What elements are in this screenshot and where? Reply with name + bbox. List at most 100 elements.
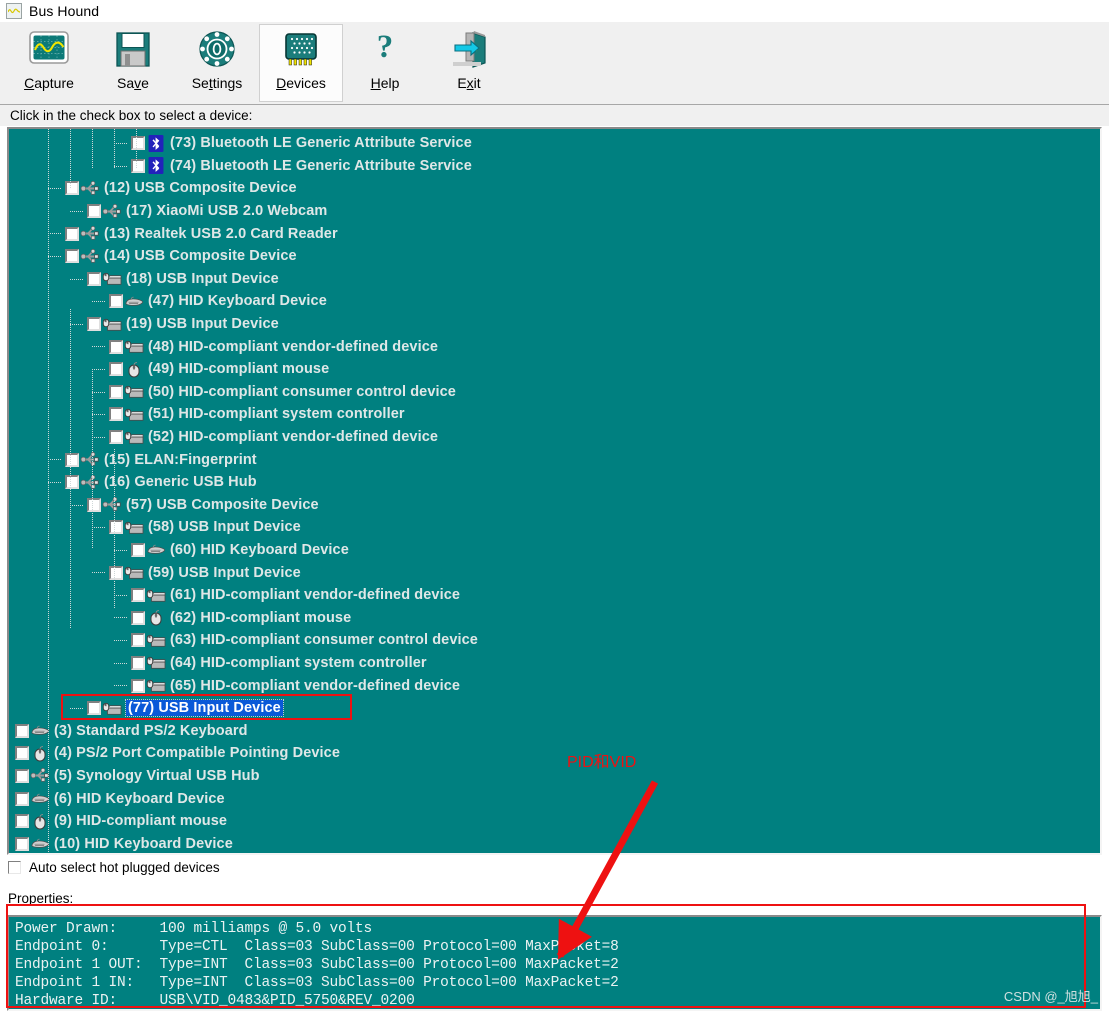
device-checkbox[interactable] — [87, 317, 101, 332]
device-checkbox[interactable] — [131, 655, 145, 670]
toolbar-button-help[interactable]: ? Help — [343, 24, 427, 102]
device-checkbox[interactable] — [65, 181, 79, 196]
tree-row[interactable]: (52) HID-compliant vendor-defined device — [9, 426, 1100, 449]
device-label: (9) HID-compliant mouse — [54, 813, 228, 830]
tree-row[interactable]: (58) USB Input Device — [9, 516, 1100, 539]
tree-row[interactable]: (61) HID-compliant vendor-defined device — [9, 584, 1100, 607]
device-checkbox[interactable] — [15, 746, 29, 761]
device-checkbox[interactable] — [87, 497, 101, 512]
device-checkbox[interactable] — [65, 452, 79, 467]
toolbar-button-save[interactable]: Save — [91, 24, 175, 102]
device-tree[interactable]: (73) Bluetooth LE Generic Attribute Serv… — [9, 129, 1100, 853]
device-label: (57) USB Composite Device — [126, 496, 319, 513]
tree-connector-icon — [113, 539, 131, 562]
device-checkbox[interactable] — [131, 588, 145, 603]
device-checkbox[interactable] — [15, 814, 29, 829]
tree-row[interactable]: (50) HID-compliant consumer control devi… — [9, 381, 1100, 404]
tree-row[interactable]: (16) Generic USB Hub — [9, 471, 1100, 494]
toolbar-button-settings[interactable]: Settings — [175, 24, 259, 102]
tree-guide-line — [136, 129, 137, 169]
mouse-icon — [146, 609, 166, 626]
device-checkbox[interactable] — [15, 723, 29, 738]
toolbar: Capture Save Settings Devices ? Help Exit — [0, 22, 1109, 105]
tree-row[interactable]: (57) USB Composite Device — [9, 494, 1100, 517]
tree-connector-icon — [91, 381, 109, 404]
device-checkbox[interactable] — [87, 204, 101, 219]
tree-row[interactable]: (48) HID-compliant vendor-defined device — [9, 335, 1100, 358]
device-checkbox[interactable] — [109, 339, 123, 354]
tree-row[interactable]: (4) PS/2 Port Compatible Pointing Device — [9, 742, 1100, 765]
tree-connector-icon — [91, 290, 109, 313]
toolbar-button-label: Exit — [457, 75, 481, 91]
tree-row[interactable]: (14) USB Composite Device — [9, 245, 1100, 268]
device-label: (17) XiaoMi USB 2.0 Webcam — [126, 203, 328, 220]
device-checkbox[interactable] — [109, 430, 123, 445]
tree-row[interactable]: (17) XiaoMi USB 2.0 Webcam — [9, 200, 1100, 223]
tree-row[interactable]: (49) HID-compliant mouse — [9, 358, 1100, 381]
tree-row[interactable]: (10) HID Keyboard Device — [9, 832, 1100, 853]
device-checkbox[interactable] — [131, 633, 145, 648]
hid-device-icon — [124, 406, 144, 423]
tree-row[interactable]: (64) HID-compliant system controller — [9, 652, 1100, 675]
tree-row[interactable]: (6) HID Keyboard Device — [9, 787, 1100, 810]
toolbar-button-devices[interactable]: Devices — [259, 24, 343, 102]
properties-panel[interactable]: Power Drawn: 100 milliamps @ 5.0 volts En… — [7, 915, 1102, 1011]
device-checkbox[interactable] — [131, 542, 145, 557]
tree-row[interactable]: (13) Realtek USB 2.0 Card Reader — [9, 222, 1100, 245]
hid-device-icon — [124, 338, 144, 355]
property-line: Endpoint 1 IN: Type=INT Class=03 SubClas… — [15, 975, 619, 991]
device-checkbox[interactable] — [109, 407, 123, 422]
mouse-icon — [124, 361, 144, 378]
tree-connector-icon — [113, 629, 131, 652]
tree-row[interactable]: (73) Bluetooth LE Generic Attribute Serv… — [9, 132, 1100, 155]
tree-guide-line — [70, 309, 71, 629]
tree-row[interactable]: (12) USB Composite Device — [9, 177, 1100, 200]
tree-row[interactable]: (18) USB Input Device — [9, 268, 1100, 291]
auto-select-checkbox[interactable] — [8, 861, 21, 874]
tree-row[interactable]: (77) USB Input Device — [9, 697, 1100, 720]
device-checkbox[interactable] — [65, 475, 79, 490]
tree-row[interactable]: (59) USB Input Device — [9, 561, 1100, 584]
device-checkbox[interactable] — [87, 271, 101, 286]
device-checkbox[interactable] — [65, 226, 79, 241]
device-checkbox[interactable] — [131, 158, 145, 173]
tree-row[interactable]: (3) Standard PS/2 Keyboard — [9, 719, 1100, 742]
device-checkbox[interactable] — [15, 836, 29, 851]
device-checkbox[interactable] — [131, 610, 145, 625]
device-checkbox[interactable] — [15, 791, 29, 806]
tree-connector-icon — [47, 471, 65, 494]
tree-row[interactable]: (47) HID Keyboard Device — [9, 290, 1100, 313]
tree-row[interactable]: (19) USB Input Device — [9, 313, 1100, 336]
tree-row[interactable]: (5) Synology Virtual USB Hub — [9, 765, 1100, 788]
device-label: (61) HID-compliant vendor-defined device — [170, 587, 461, 604]
toolbar-button-exit[interactable]: Exit — [427, 24, 511, 102]
toolbar-button-label: Devices — [276, 75, 326, 91]
device-checkbox[interactable] — [109, 362, 123, 377]
device-checkbox[interactable] — [109, 294, 123, 309]
tree-row[interactable]: (63) HID-compliant consumer control devi… — [9, 629, 1100, 652]
tree-row[interactable]: (15) ELAN:Fingerprint — [9, 448, 1100, 471]
device-tree-panel[interactable]: (73) Bluetooth LE Generic Attribute Serv… — [7, 127, 1102, 855]
tree-row[interactable]: (60) HID Keyboard Device — [9, 539, 1100, 562]
tree-row[interactable]: (74) Bluetooth LE Generic Attribute Serv… — [9, 155, 1100, 178]
device-checkbox[interactable] — [87, 701, 101, 716]
hid-device-icon — [102, 316, 122, 333]
device-checkbox[interactable] — [15, 768, 29, 783]
window-title: Bus Hound — [29, 3, 100, 19]
device-checkbox[interactable] — [109, 565, 123, 580]
device-checkbox[interactable] — [131, 136, 145, 151]
tree-row[interactable]: (62) HID-compliant mouse — [9, 606, 1100, 629]
device-checkbox[interactable] — [131, 678, 145, 693]
toolbar-button-capture[interactable]: Capture — [7, 24, 91, 102]
device-checkbox[interactable] — [109, 520, 123, 535]
device-label: (62) HID-compliant mouse — [170, 609, 352, 626]
bluetooth-icon — [146, 157, 166, 175]
device-checkbox[interactable] — [109, 384, 123, 399]
device-label: (5) Synology Virtual USB Hub — [54, 767, 260, 784]
toolbar-button-label: Capture — [24, 75, 74, 91]
device-checkbox[interactable] — [65, 249, 79, 264]
tree-row[interactable]: (51) HID-compliant system controller — [9, 403, 1100, 426]
tree-row[interactable]: (9) HID-compliant mouse — [9, 810, 1100, 833]
auto-select-hot-plugged-row[interactable]: Auto select hot plugged devices — [8, 860, 220, 875]
tree-row[interactable]: (65) HID-compliant vendor-defined device — [9, 674, 1100, 697]
